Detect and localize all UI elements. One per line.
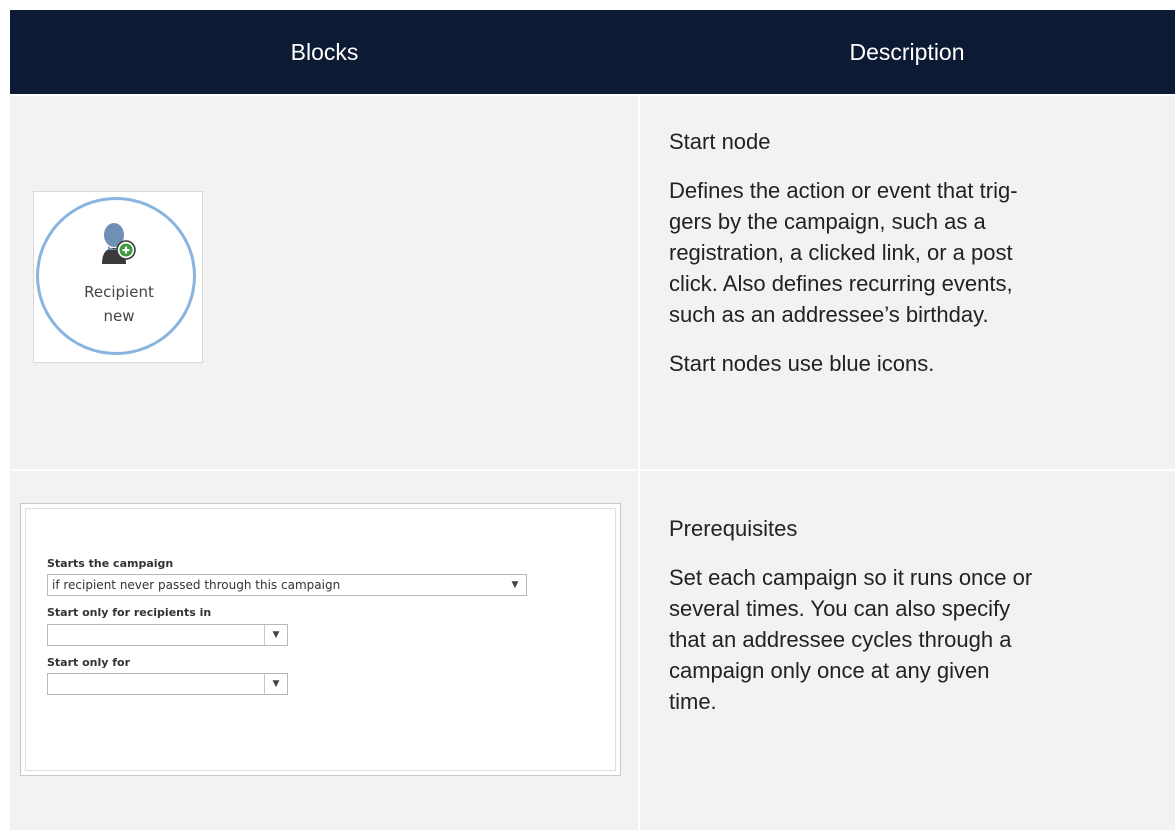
description-paragraph: Set each campaign so it runs once or sev… bbox=[669, 562, 1155, 717]
start-node-circle: Recipient new bbox=[36, 197, 196, 355]
description-line: Set each campaign so it runs once or bbox=[669, 565, 1033, 590]
start-node-label: Recipient new bbox=[39, 280, 199, 328]
description-line: click. Also defines recurring events, bbox=[669, 271, 1013, 296]
description-line: such as an addressee’s birthday. bbox=[669, 302, 989, 327]
dropdown-arrow-icon: ▼ bbox=[264, 625, 287, 645]
description-cell-start-node: Start node Defines the action or event t… bbox=[638, 94, 1175, 470]
description-line: time. bbox=[669, 689, 717, 714]
starts-campaign-value: if recipient never passed through this c… bbox=[52, 578, 341, 592]
description-line: gers by the campaign, such as a bbox=[669, 209, 986, 234]
blocks-table: Blocks Description Recipient new Start n… bbox=[10, 10, 1175, 830]
starts-campaign-label: Starts the campaign bbox=[47, 557, 174, 570]
block-cell-start-node: Recipient new bbox=[10, 94, 639, 470]
dropdown-arrow-icon: ▼ bbox=[264, 674, 287, 694]
start-only-recipients-label: Start only for recipients in bbox=[47, 606, 212, 619]
description-line: campaign only once at any given bbox=[669, 658, 990, 683]
table-row: Recipient new Start node Defines the act… bbox=[10, 94, 1175, 470]
dropdown-arrow-icon: ▼ bbox=[511, 580, 519, 590]
header-blocks: Blocks bbox=[10, 10, 639, 95]
description-paragraph: Start nodes use blue icons. bbox=[669, 351, 935, 376]
table-header-row: Blocks Description bbox=[10, 10, 1175, 95]
starts-campaign-select[interactable]: if recipient never passed through this c… bbox=[47, 574, 527, 596]
header-description: Description bbox=[639, 10, 1175, 95]
table-row: Starts the campaign if recipient never p… bbox=[10, 469, 1175, 830]
start-only-recipients-select[interactable]: ▼ bbox=[47, 624, 288, 646]
description-line: registration, a clicked link, or a post bbox=[669, 240, 1013, 265]
block-cell-prerequisites: Starts the campaign if recipient never p… bbox=[10, 469, 639, 830]
description-line: several times. You can also specify bbox=[669, 596, 1011, 621]
start-node-image: Recipient new bbox=[33, 191, 203, 363]
prerequisites-form-image: Starts the campaign if recipient never p… bbox=[20, 503, 621, 776]
description-title: Prerequisites bbox=[669, 516, 798, 541]
form-panel: Starts the campaign if recipient never p… bbox=[25, 508, 616, 771]
start-node-label-line2: new bbox=[103, 307, 135, 325]
start-only-for-select[interactable]: ▼ bbox=[47, 673, 288, 695]
recipient-add-icon bbox=[102, 223, 136, 264]
description-line: that an addressee cycles through a bbox=[669, 627, 1012, 652]
description-paragraph: Defines the action or event that trig- g… bbox=[669, 175, 1155, 330]
start-only-for-label: Start only for bbox=[47, 656, 131, 669]
description-cell-prerequisites: Prerequisites Set each campaign so it ru… bbox=[638, 469, 1175, 830]
description-title: Start node bbox=[669, 129, 771, 154]
start-node-label-line1: Recipient bbox=[84, 283, 154, 301]
description-line: Defines the action or event that trig- bbox=[669, 178, 1018, 203]
